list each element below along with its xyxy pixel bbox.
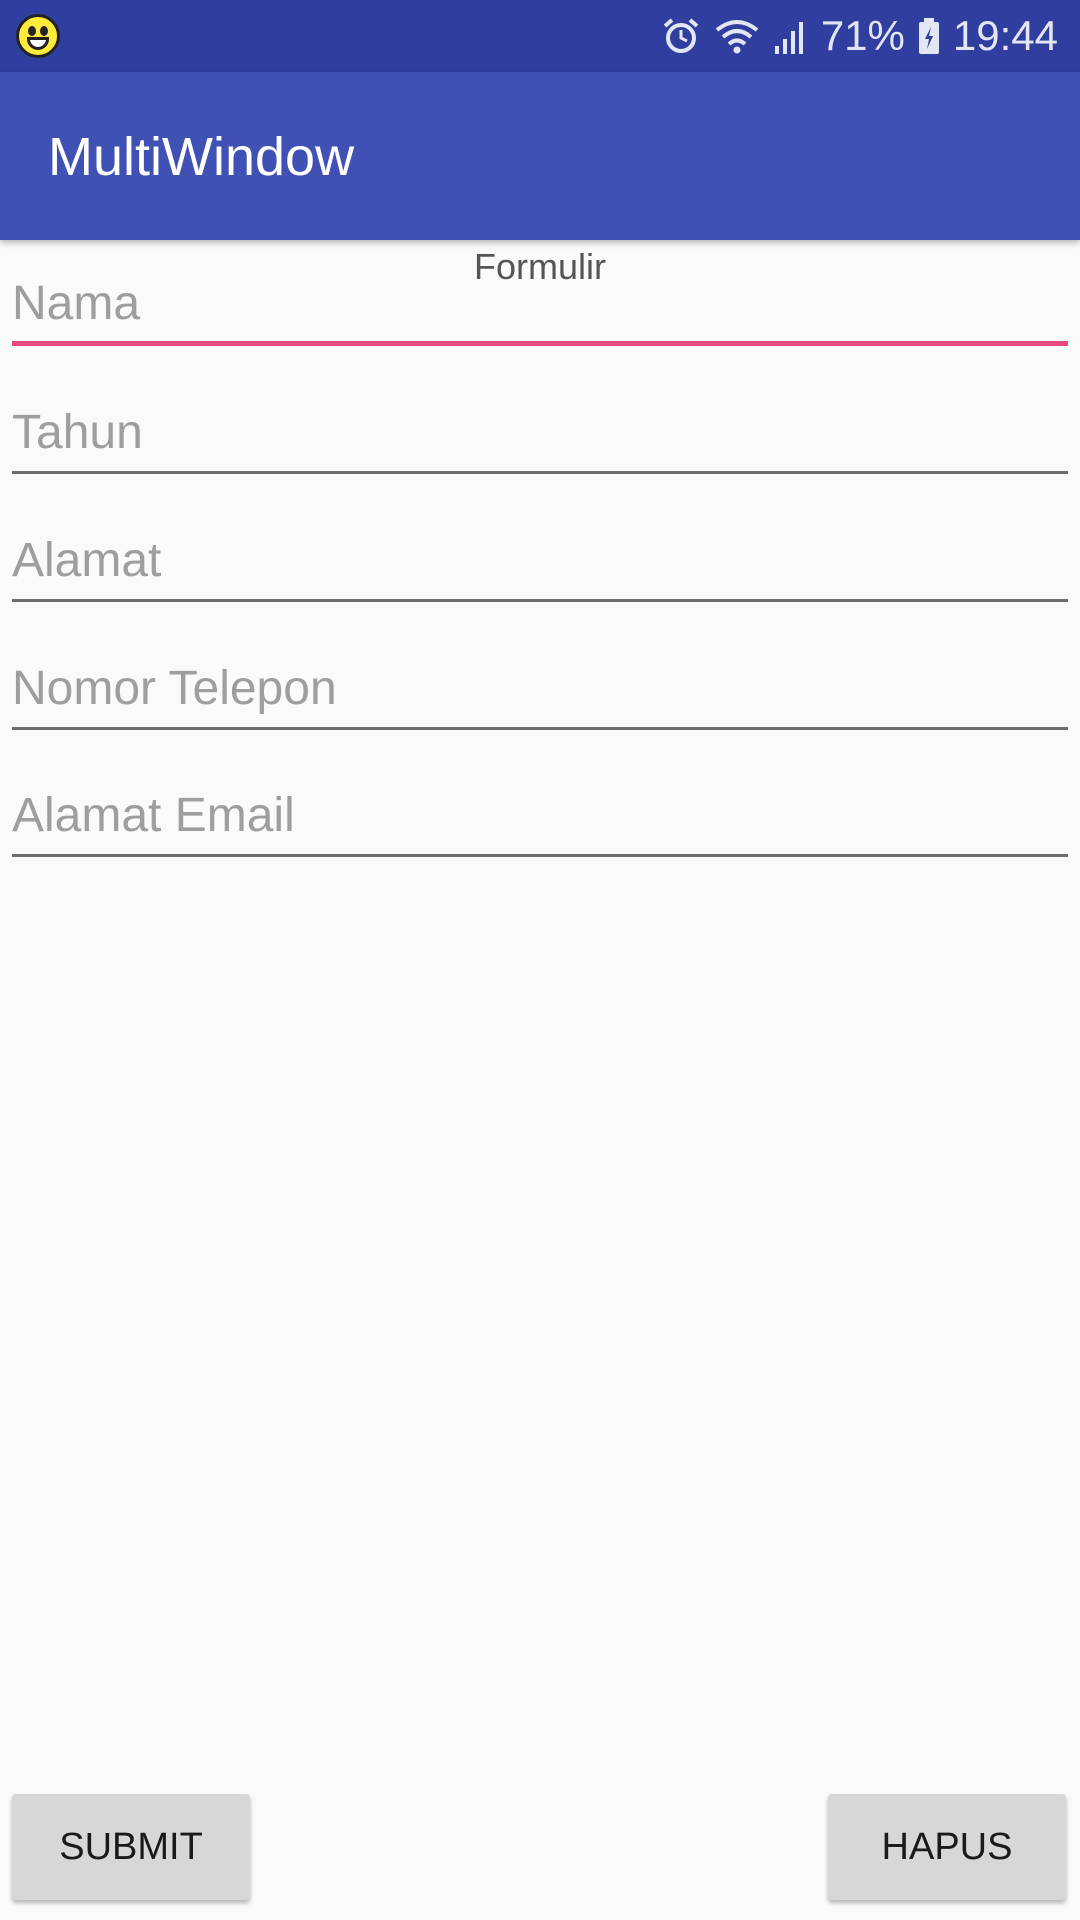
app-bar: MultiWindow xyxy=(0,72,1080,240)
notification-area xyxy=(16,14,60,58)
nama-input[interactable] xyxy=(12,266,1068,346)
clock: 19:44 xyxy=(952,12,1058,59)
battery-percent: 71% xyxy=(820,12,905,59)
status-icons: 71% 19:44 xyxy=(661,12,1058,60)
submit-button[interactable]: SUBMIT xyxy=(12,1794,250,1900)
app-title: MultiWindow xyxy=(48,127,355,187)
alamat-email-field-container xyxy=(12,777,1068,857)
nomor-telepon-field-container xyxy=(12,650,1068,730)
alamat-field-container xyxy=(12,522,1068,602)
wifi-icon xyxy=(713,16,761,56)
alamat-email-input[interactable] xyxy=(12,777,1068,857)
alamat-input[interactable] xyxy=(12,522,1068,602)
hapus-button[interactable]: HAPUS xyxy=(828,1794,1066,1900)
alarm-icon xyxy=(661,16,701,56)
battery-icon xyxy=(917,16,941,56)
tahun-field-container xyxy=(12,394,1068,474)
emoji-notification-icon xyxy=(16,14,60,58)
nama-field-container xyxy=(12,266,1068,346)
nomor-telepon-input[interactable] xyxy=(12,650,1068,730)
tahun-input[interactable] xyxy=(12,394,1068,474)
signal-icon xyxy=(773,16,809,56)
status-bar: 71% 19:44 xyxy=(0,0,1080,72)
